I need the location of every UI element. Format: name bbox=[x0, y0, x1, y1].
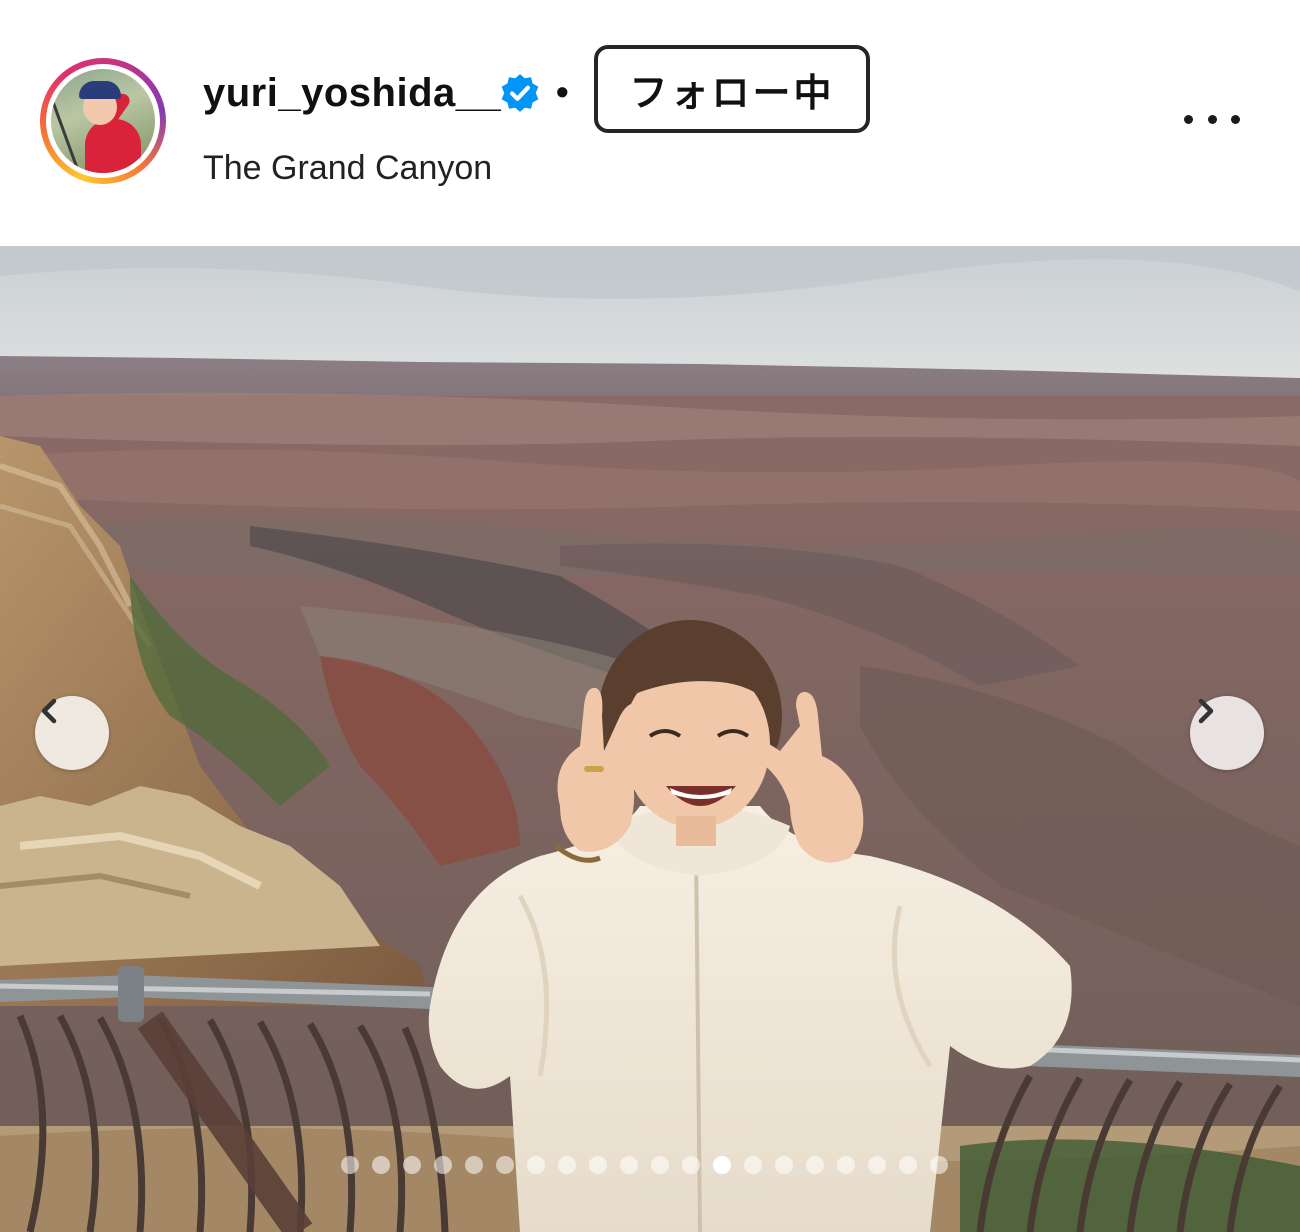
carousel-dot[interactable] bbox=[744, 1156, 762, 1174]
carousel-dot[interactable] bbox=[837, 1156, 855, 1174]
carousel-dot[interactable] bbox=[682, 1156, 700, 1174]
following-button[interactable]: フォロー中 bbox=[594, 45, 870, 133]
carousel-dot[interactable] bbox=[930, 1156, 948, 1174]
post-header: yuri_yoshida__ • フォロー中 The Grand Canyon bbox=[0, 0, 1300, 246]
carousel-dot[interactable] bbox=[434, 1156, 452, 1174]
separator-dot: • bbox=[556, 71, 569, 112]
carousel-prev-button[interactable] bbox=[35, 696, 109, 770]
carousel-dot[interactable] bbox=[806, 1156, 824, 1174]
carousel-dot[interactable] bbox=[341, 1156, 359, 1174]
carousel-dot[interactable] bbox=[620, 1156, 638, 1174]
story-ring[interactable] bbox=[40, 58, 166, 184]
chevron-left-icon bbox=[41, 698, 57, 724]
carousel-dot[interactable] bbox=[496, 1156, 514, 1174]
carousel-dot[interactable] bbox=[589, 1156, 607, 1174]
carousel-dot[interactable] bbox=[775, 1156, 793, 1174]
verified-badge-icon bbox=[501, 74, 539, 112]
carousel-dot[interactable] bbox=[527, 1156, 545, 1174]
carousel-dot[interactable] bbox=[651, 1156, 669, 1174]
carousel-dot[interactable] bbox=[403, 1156, 421, 1174]
carousel-dot[interactable] bbox=[558, 1156, 576, 1174]
carousel-dot[interactable] bbox=[899, 1156, 917, 1174]
more-options-icon[interactable] bbox=[1184, 104, 1240, 134]
carousel-dot[interactable] bbox=[372, 1156, 390, 1174]
username-link[interactable]: yuri_yoshida__ bbox=[203, 67, 501, 119]
avatar[interactable] bbox=[51, 69, 155, 173]
post-image[interactable] bbox=[0, 246, 1300, 1232]
grand-canyon-photo bbox=[0, 246, 1300, 1232]
chevron-right-icon bbox=[1198, 698, 1214, 724]
carousel-dot[interactable] bbox=[465, 1156, 483, 1174]
carousel-dot-active[interactable] bbox=[713, 1156, 731, 1174]
location-link[interactable]: The Grand Canyon bbox=[203, 146, 492, 190]
carousel-dots bbox=[341, 1156, 948, 1174]
carousel-dot[interactable] bbox=[868, 1156, 886, 1174]
carousel-next-button[interactable] bbox=[1190, 696, 1264, 770]
